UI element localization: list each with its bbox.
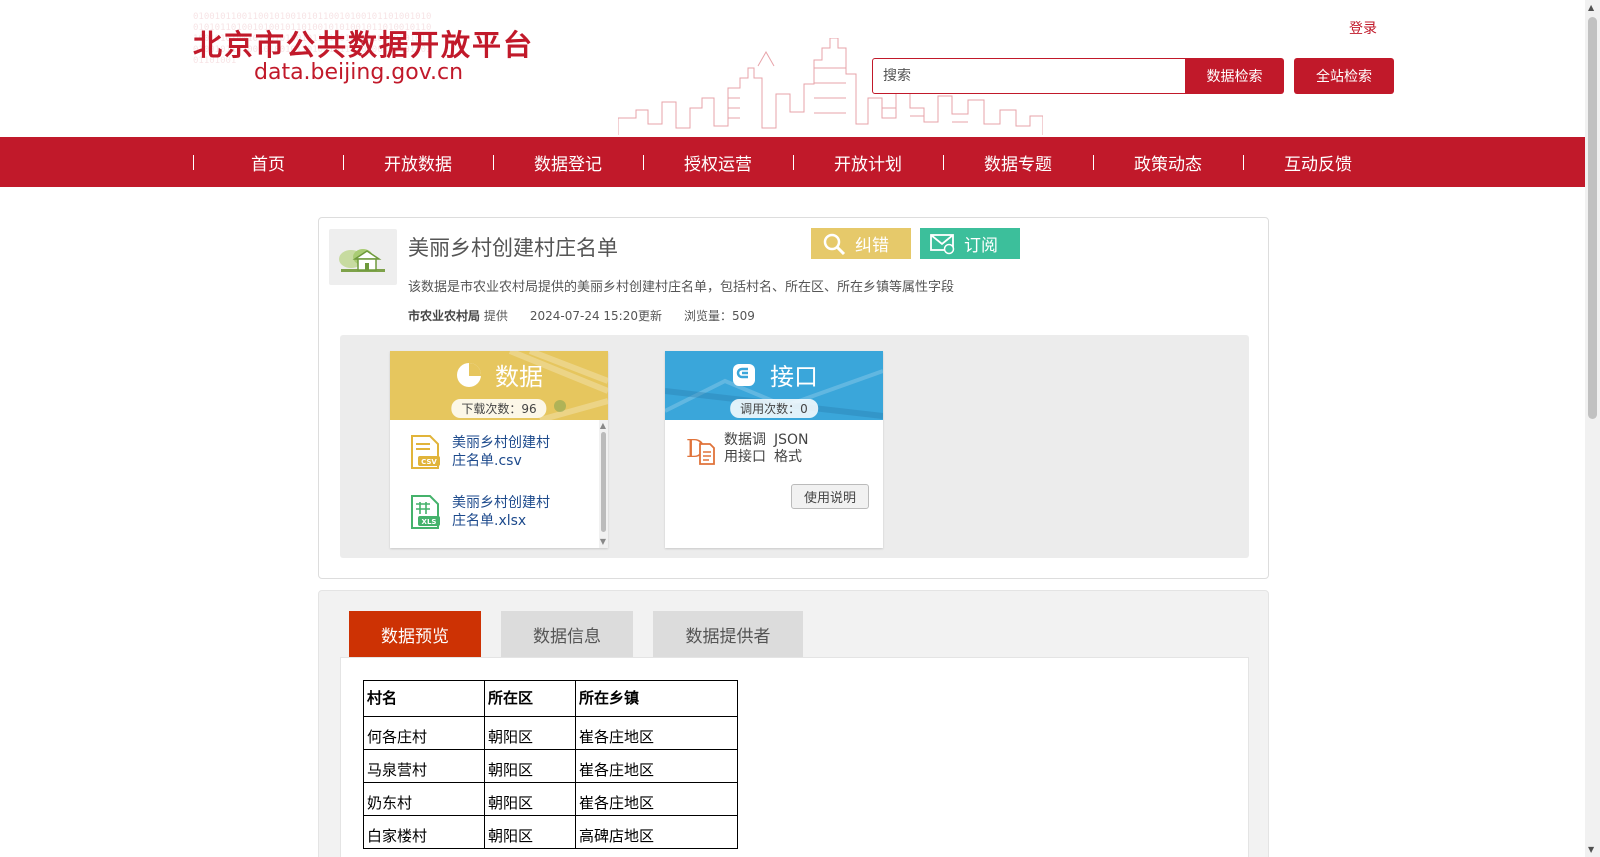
table-cell: 崔各庄地区 (575, 782, 738, 816)
call-count: 调用次数：0 (730, 399, 818, 418)
main-nav: 首页 开放数据 数据登记 授权运营 开放计划 数据专题 政策动态 互动反馈 (0, 137, 1585, 187)
login-link[interactable]: 登录 (1349, 18, 1377, 38)
table-cell: 朝阳区 (484, 782, 576, 816)
subscribe-label: 订阅 (964, 236, 998, 256)
table-row: 白家楼村 朝阳区 高碑店地区 (363, 815, 738, 849)
site-logo-title[interactable]: 北京市公共数据开放平台 (193, 22, 534, 64)
api-resource-header: 接口 调用次数：0 (665, 351, 883, 420)
file-list-scroll-thumb[interactable] (601, 432, 606, 532)
api-resource-panel: 接口 调用次数：0 D 数据调 用接口 JSON 格式 使用说明 (665, 351, 883, 548)
table-cell: 高碑店地区 (575, 815, 738, 849)
nav-item-data-topics[interactable]: 数据专题 (943, 137, 1093, 187)
site-header: 0100101100110010100101011001010010110100… (0, 0, 1585, 137)
data-search-button[interactable]: 数据检索 (1185, 58, 1284, 94)
file-list-scrollbar[interactable]: ▲ ▼ (599, 420, 608, 548)
dataset-provider-suffix: 提供 (483, 309, 508, 323)
csv-file-icon: CSV (408, 434, 442, 470)
table-cell: 崔各庄地区 (575, 716, 738, 750)
nav-item-feedback[interactable]: 互动反馈 (1243, 137, 1393, 187)
scroll-down-arrow[interactable]: ▼ (600, 538, 606, 546)
page-scroll-thumb[interactable] (1588, 17, 1597, 419)
data-file-list: CSV 美丽乡村创建村庄名单.csv XLS 美丽乡村创建村庄名单.xlsx ▲… (390, 420, 608, 548)
table-header-row: 村名 所在区 所在乡镇 (363, 680, 738, 717)
page-scroll-down-arrow[interactable]: ▼ (1588, 845, 1594, 854)
table-cell: 何各庄村 (363, 716, 485, 750)
subscribe-button[interactable]: 订阅 (920, 228, 1020, 259)
table-cell: 朝阳区 (484, 716, 576, 750)
file-item-xlsx[interactable]: XLS 美丽乡村创建村庄名单.xlsx (408, 494, 556, 530)
tabs-card: 数据预览 数据信息 数据提供者 村名 所在区 所在乡镇 何各庄村 朝阳区 崔各庄… (318, 590, 1269, 857)
dataset-card: 美丽乡村创建村庄名单 纠错 订阅 该数据是市农业农村局提供的美丽乡村创建村庄名单… (318, 217, 1269, 579)
village-house-icon (339, 249, 385, 272)
tab-data-provider[interactable]: 数据提供者 (653, 611, 803, 657)
magnifier-icon (819, 228, 849, 259)
dataset-views: 浏览量：509 (684, 309, 755, 323)
table-cell: 奶东村 (363, 782, 485, 816)
dataset-provider: 市农业农村局 (408, 309, 481, 323)
resources-panel: 数据 下载次数：96 CSV 美丽乡村创建村庄名单.csv XLS 美丽乡村创建… (340, 335, 1249, 558)
nav-item-open-data[interactable]: 开放数据 (343, 137, 493, 187)
page: 0100101100110010100101011001010010110100… (0, 0, 1600, 857)
file-name-xlsx: 美丽乡村创建村庄名单.xlsx (452, 495, 550, 529)
api-desc-line2: 用接口 (724, 449, 766, 465)
file-name-csv: 美丽乡村创建村庄名单.csv (452, 435, 550, 469)
table-row: 奶东村 朝阳区 崔各庄地区 (363, 782, 738, 816)
plug-icon (730, 361, 758, 389)
column-header: 所在乡镇 (575, 680, 738, 717)
nav-item-authorized-operation[interactable]: 授权运营 (643, 137, 793, 187)
tab-data-info[interactable]: 数据信息 (501, 611, 633, 657)
correction-label: 纠错 (855, 236, 889, 256)
api-item[interactable]: D 数据调 用接口 JSON 格式 (684, 432, 824, 466)
page-scroll-up-arrow[interactable]: ▲ (1588, 3, 1594, 12)
svg-text:XLS: XLS (422, 518, 437, 526)
download-count: 下载次数：96 (451, 399, 547, 418)
search-box (872, 58, 1186, 94)
api-format-line2: 格式 (774, 449, 802, 465)
dataset-description: 该数据是市农业农村局提供的美丽乡村创建村庄名单，包括村名、所在区、所在乡镇等属性… (408, 280, 955, 295)
nav-item-data-registration[interactable]: 数据登记 (493, 137, 643, 187)
search-input[interactable] (883, 68, 1185, 84)
data-resource-header: 数据 下载次数：96 (390, 351, 608, 420)
tab-content-preview: 村名 所在区 所在乡镇 何各庄村 朝阳区 崔各庄地区 马泉营村 朝阳区 崔各庄地… (340, 657, 1249, 857)
tab-data-preview[interactable]: 数据预览 (349, 611, 481, 657)
table-cell: 朝阳区 (484, 749, 576, 783)
table-row: 何各庄村 朝阳区 崔各庄地区 (363, 716, 738, 750)
svg-text:CSV: CSV (421, 458, 437, 466)
table-cell: 朝阳区 (484, 815, 576, 849)
table-cell: 崔各庄地区 (575, 749, 738, 783)
table-cell: 白家楼村 (363, 815, 485, 849)
preview-table: 村名 所在区 所在乡镇 何各庄村 朝阳区 崔各庄地区 马泉营村 朝阳区 崔各庄地… (363, 680, 738, 849)
xls-file-icon: XLS (408, 494, 442, 530)
usage-instructions-button[interactable]: 使用说明 (791, 484, 869, 509)
data-resource-panel: 数据 下载次数：96 CSV 美丽乡村创建村庄名单.csv XLS 美丽乡村创建… (390, 351, 608, 548)
dataset-thumbnail (329, 229, 397, 285)
table-cell: 马泉营村 (363, 749, 485, 783)
nav-item-policy-news[interactable]: 政策动态 (1093, 137, 1243, 187)
site-logo-url[interactable]: data.beijing.gov.cn (254, 60, 463, 85)
page-scrollbar[interactable]: ▲ ▼ (1585, 0, 1600, 857)
dataset-title: 美丽乡村创建村庄名单 (408, 236, 618, 260)
api-resource-title: 接口 (770, 363, 818, 391)
nav-item-open-plan[interactable]: 开放计划 (793, 137, 943, 187)
column-header: 村名 (363, 680, 485, 717)
dataset-meta: 市农业农村局 提供 2024-07-24 15:20更新 浏览量：509 (408, 307, 755, 324)
envelope-icon (928, 228, 958, 259)
pie-chart-icon (455, 361, 483, 389)
dataset-updated: 2024-07-24 15:20更新 (529, 309, 662, 323)
table-row: 马泉营村 朝阳区 崔各庄地区 (363, 749, 738, 783)
data-resource-title: 数据 (495, 363, 543, 391)
scroll-up-arrow[interactable]: ▲ (600, 422, 606, 430)
api-document-icon: D (684, 432, 716, 466)
file-item-csv[interactable]: CSV 美丽乡村创建村庄名单.csv (408, 434, 556, 470)
api-format-line1: JSON (774, 432, 809, 448)
api-desc-line1: 数据调 (724, 432, 766, 448)
nav-item-home[interactable]: 首页 (193, 137, 343, 187)
column-header: 所在区 (484, 680, 576, 717)
site-search-button[interactable]: 全站检索 (1294, 58, 1394, 94)
correction-button[interactable]: 纠错 (811, 228, 911, 259)
